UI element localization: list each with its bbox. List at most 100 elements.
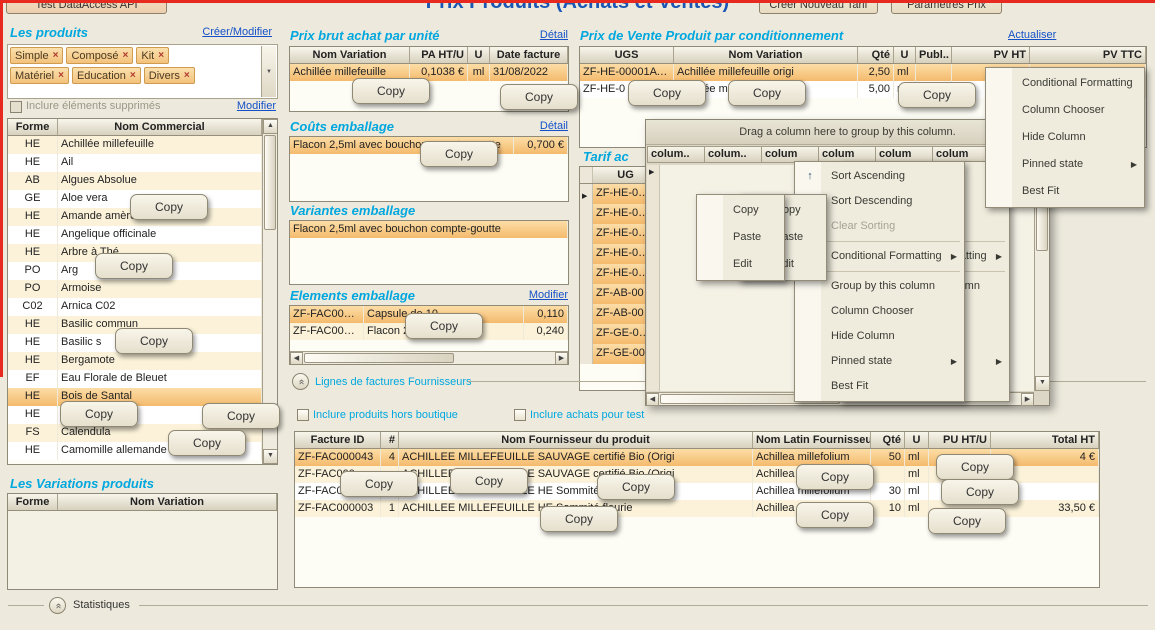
include-deleted-label[interactable]: Inclure éléments supprimés xyxy=(26,100,161,112)
column-header-forme[interactable]: Forme xyxy=(8,494,58,510)
product-row[interactable]: FS Calendula xyxy=(8,424,262,442)
menu-item[interactable]: Edit ▶ xyxy=(699,251,782,278)
invoice-row[interactable]: ZF-FAC000043 4 ACHILLEE MILLEFEUILLE SAU… xyxy=(295,449,1099,466)
include-deleted-checkbox[interactable] xyxy=(10,101,22,113)
include-achats-test-checkbox[interactable] xyxy=(514,409,526,421)
column-header-num[interactable]: # xyxy=(381,432,399,448)
column-header-total-ht[interactable]: Total HT xyxy=(991,432,1099,448)
include-hors-boutique-label[interactable]: Inclure produits hors boutique xyxy=(313,409,458,421)
menu-item[interactable]: ↑ Sort Ascending ▶ xyxy=(797,164,962,189)
invoice-row[interactable]: ZF-FAC000003 1 ACHILLEE MILLEFEUILLE HE … xyxy=(295,500,1099,517)
packaging-element-row[interactable]: ZF-FAC000044 Flacon 2 0,240 xyxy=(290,323,568,340)
packaging-element-row[interactable]: ZF-FAC000021 Capsule de 10 0,110 xyxy=(290,306,568,323)
product-row[interactable]: HE Arbre à Thé xyxy=(8,244,262,262)
filter-tag[interactable]: Education × xyxy=(71,67,141,84)
scroll-up-icon[interactable]: ▲ xyxy=(263,119,277,134)
tag-close-icon[interactable]: × xyxy=(184,70,190,81)
scrollbar-thumb[interactable] xyxy=(304,353,454,363)
packaging-elements-modify-link[interactable]: Modifier xyxy=(522,289,568,301)
column-header-facture-id[interactable]: Facture ID xyxy=(295,432,381,448)
tag-close-icon[interactable]: × xyxy=(53,50,59,61)
column-header-qte[interactable]: Qté xyxy=(858,47,894,63)
products-modify-link[interactable]: Modifier xyxy=(230,100,276,112)
product-row[interactable]: HE Bois de Santal xyxy=(8,388,262,406)
column-header-nom-variation[interactable]: Nom Variation xyxy=(674,47,858,63)
column-header-nom-fournisseur[interactable]: Nom Fournisseur du produit xyxy=(399,432,753,448)
tag-close-icon[interactable]: × xyxy=(130,70,136,81)
scroll-down-icon[interactable]: ▼ xyxy=(1035,376,1050,391)
scroll-left-icon[interactable]: ◀ xyxy=(646,393,659,406)
column-header-pa-htu[interactable]: PA HT/U xyxy=(410,47,468,63)
product-row[interactable]: HE Amande amère xyxy=(8,208,262,226)
column-header-qte[interactable]: Qté xyxy=(871,432,905,448)
scrollbar-thumb[interactable] xyxy=(264,135,276,230)
column-header-nom-variation[interactable]: Nom Variation xyxy=(58,494,277,510)
column-header-ugs[interactable]: UGS xyxy=(580,47,674,63)
column-header-u[interactable]: U xyxy=(894,47,916,63)
column-header-nom-commercial[interactable]: Nom Commercial xyxy=(58,119,262,135)
product-row[interactable]: EF Eau Florale de Bleuet xyxy=(8,370,262,388)
menu-item[interactable]: Hide Column ▶ xyxy=(988,124,1142,151)
filter-dropdown-button[interactable]: ▼ xyxy=(261,46,276,97)
product-row[interactable]: HE Camomille allemande xyxy=(8,442,262,460)
product-row[interactable]: PO Arg xyxy=(8,262,262,280)
tag-close-icon[interactable]: × xyxy=(158,50,164,61)
filter-tag[interactable]: Kit × xyxy=(136,47,170,64)
grid-column-header-chip[interactable]: colum.. xyxy=(704,146,761,163)
product-row[interactable]: AB Algues Absolue xyxy=(8,172,262,190)
filter-tag[interactable]: Matériel × xyxy=(10,67,69,84)
product-row[interactable]: HE Basilic s xyxy=(8,334,262,352)
scroll-down-icon[interactable]: ▼ xyxy=(263,449,277,464)
filter-tag[interactable]: Composé × xyxy=(66,47,134,64)
product-row[interactable]: HE Angelique officinale xyxy=(8,226,262,244)
column-header-nom-latin[interactable]: Nom Latin Fournisseur xyxy=(753,432,871,448)
menu-item[interactable]: Best Fit ▶ xyxy=(988,178,1142,205)
product-row[interactable]: HE Basilic commun xyxy=(8,316,262,334)
scroll-right-icon[interactable]: ▶ xyxy=(1021,393,1034,406)
grid-column-header-chip[interactable]: colum.. xyxy=(647,146,704,163)
column-header-pu-htu[interactable]: PU HT/U xyxy=(929,432,991,448)
tag-close-icon[interactable]: × xyxy=(58,70,64,81)
include-achats-test-label[interactable]: Inclure achats pour test xyxy=(530,409,644,421)
column-header-nom-variation[interactable]: Nom Variation xyxy=(290,47,410,63)
column-header-publ[interactable]: Publ.. xyxy=(916,47,952,63)
product-row[interactable]: HE Ail xyxy=(8,154,262,172)
menu-item[interactable]: Conditional Formatting ▶ xyxy=(988,70,1142,97)
product-row[interactable]: HE sier xyxy=(8,406,262,424)
packaging-costs-detail-link[interactable]: Détail xyxy=(536,120,568,132)
scroll-left-icon[interactable]: ◀ xyxy=(290,352,303,364)
include-hors-boutique-checkbox[interactable] xyxy=(297,409,309,421)
menu-item[interactable]: Copy ▶ xyxy=(699,197,782,224)
product-row[interactable]: C02 Arnica C02 xyxy=(8,298,262,316)
column-header-pv-ht[interactable]: PV HT xyxy=(952,47,1030,63)
menu-item[interactable]: Pinned state ▶ xyxy=(797,349,962,374)
menu-item[interactable]: Column Chooser ▶ xyxy=(988,97,1142,124)
filter-tag[interactable]: Divers × xyxy=(143,67,195,84)
filter-tag[interactable]: Simple × xyxy=(10,47,64,64)
product-row[interactable]: GE Aloe vera xyxy=(8,190,262,208)
product-row[interactable]: HE Bergamote xyxy=(8,352,262,370)
menu-item[interactable]: Paste ▶ xyxy=(699,224,782,251)
invoice-section-collapse-button[interactable]: « xyxy=(292,373,309,390)
actualiser-link[interactable]: Actualiser xyxy=(1008,29,1056,41)
column-header-u[interactable]: U xyxy=(905,432,929,448)
column-header-forme[interactable]: Forme xyxy=(8,119,58,135)
invoice-row[interactable]: ZF-FAC000013 1 ACHILLEE MILLEFEUILLE HE … xyxy=(295,483,1099,500)
column-header-u[interactable]: U xyxy=(468,47,490,63)
purchase-row[interactable]: Achillée millefeuille 0,1038 € ml 31/08/… xyxy=(290,64,568,81)
packaging-cost-row[interactable]: Flacon 2,5ml avec bouchon compte-goutte … xyxy=(290,137,568,154)
packaging-variant-row[interactable]: Flacon 2,5ml avec bouchon compte-goutte xyxy=(290,221,568,238)
scroll-right-icon[interactable]: ▶ xyxy=(555,352,568,364)
statistics-collapse-button[interactable]: « xyxy=(49,597,66,614)
tag-close-icon[interactable]: × xyxy=(123,50,129,61)
invoice-row[interactable]: ZF-FAC000 ACHILLEE MILLEFEUILLE SAUVAGE … xyxy=(295,466,1099,483)
product-row[interactable]: PO Armoise xyxy=(8,280,262,298)
column-header-date-facture[interactable]: Date facture xyxy=(490,47,568,63)
menu-item[interactable]: Hide Column ▶ xyxy=(797,324,962,349)
menu-item[interactable]: Column Chooser ▶ xyxy=(797,299,962,324)
menu-item[interactable]: Best Fit ▶ xyxy=(797,374,962,399)
menu-item[interactable]: Pinned state ▶ xyxy=(988,151,1142,178)
column-header-pv-ttc[interactable]: PV TTC xyxy=(1030,47,1146,63)
purchase-detail-link[interactable]: Détail xyxy=(536,29,568,41)
create-modify-link[interactable]: Créer/Modifier xyxy=(196,26,272,38)
